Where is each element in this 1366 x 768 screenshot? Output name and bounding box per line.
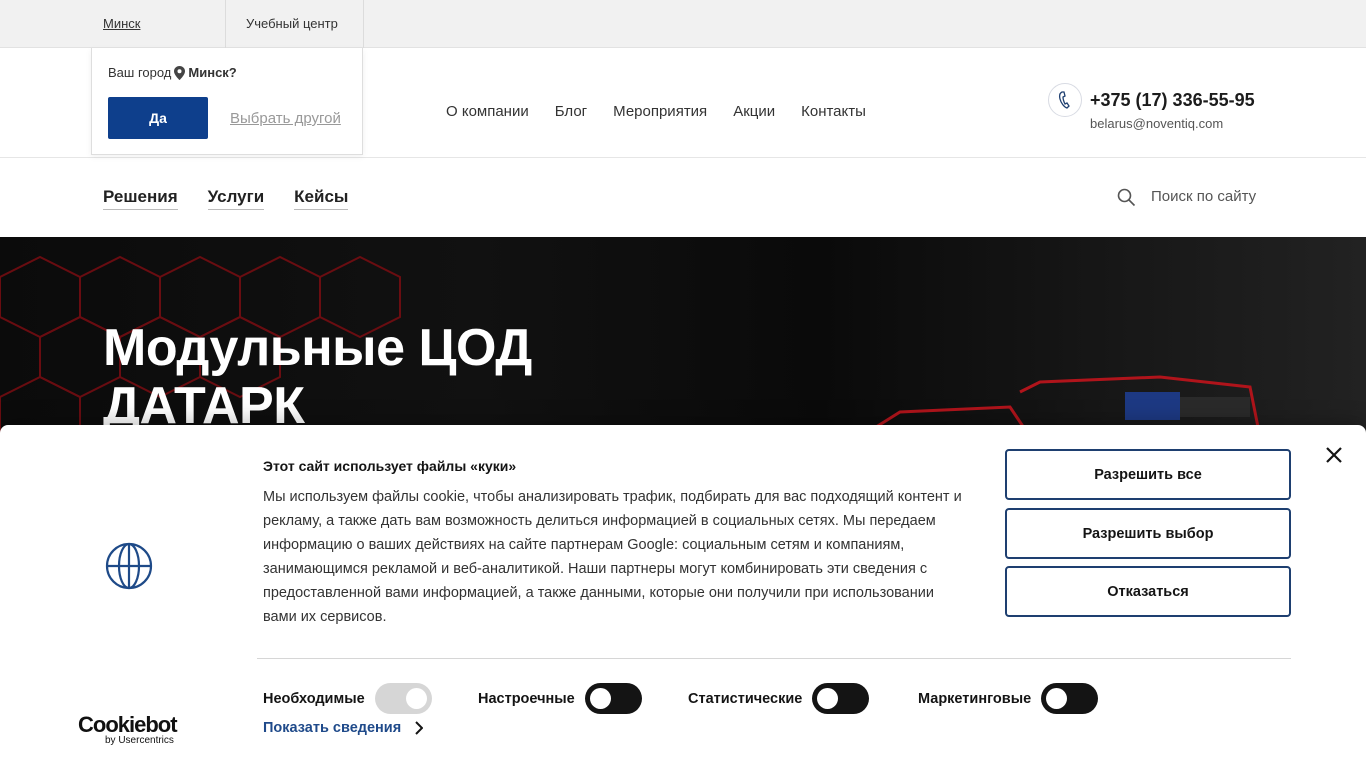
toggle-label: Настроечные [478, 690, 575, 707]
nav-contacts[interactable]: Контакты [801, 103, 866, 120]
cookie-consent-dialog: Cookiebot by Usercentrics Этот сайт испо… [0, 425, 1366, 768]
nav-promotions[interactable]: Акции [733, 103, 775, 120]
search-icon[interactable] [1117, 188, 1136, 207]
choose-other-city-link[interactable]: Выбрать другой [230, 110, 341, 127]
hero-banner: Модульные ЦОД ДАТАРК [0, 237, 1366, 437]
cookiebot-logo-subtext: by Usercentrics [105, 735, 174, 746]
location-pin-icon [174, 65, 186, 80]
cookie-description: Мы используем файлы cookie, чтобы анализ… [263, 489, 962, 625]
allow-selection-button[interactable]: Разрешить выбор [1005, 508, 1291, 559]
toggle-label: Маркетинговые [918, 690, 1032, 707]
city-question-label: Ваш город [108, 65, 172, 80]
cookie-title: Этот сайт использует файлы «куки» [263, 458, 517, 474]
city-question-city: Минск? [188, 65, 237, 80]
chevron-right-icon [415, 721, 424, 735]
divider [257, 658, 1291, 659]
toggle-label: Статистические [688, 690, 803, 707]
nav-services[interactable]: Услуги [207, 187, 265, 210]
nav-cases[interactable]: Кейсы [294, 187, 349, 210]
toggle-necessary: Необходимые [263, 683, 432, 714]
confirm-city-button[interactable]: Да [108, 97, 208, 139]
phone-number[interactable]: +375 (17) 336-55-95 [1090, 90, 1255, 111]
necessary-switch[interactable] [374, 683, 432, 714]
city-confirm-popup: Ваш город Минск? Да Выбрать другой [91, 48, 363, 155]
allow-all-button[interactable]: Разрешить все [1005, 449, 1291, 500]
secondary-nav: Решения Услуги Кейсы Поиск по сайту [0, 158, 1366, 237]
toggle-statistics: Статистические [688, 683, 870, 714]
toggle-marketing: Маркетинговые [918, 683, 1099, 714]
divider [363, 0, 364, 48]
globe-icon [105, 542, 153, 590]
close-icon[interactable] [1324, 445, 1344, 465]
hero-title: Модульные ЦОД ДАТАРК [103, 319, 532, 435]
education-center-link[interactable]: Учебный центр [246, 16, 338, 31]
nav-solutions[interactable]: Решения [103, 187, 178, 210]
top-bar: Минск Учебный центр [0, 0, 1366, 48]
toggle-label: Необходимые [263, 690, 365, 707]
phone-icon[interactable] [1048, 83, 1082, 117]
divider [225, 0, 226, 48]
statistics-switch[interactable] [812, 683, 870, 714]
marketing-switch[interactable] [1041, 683, 1099, 714]
nav-about[interactable]: О компании [446, 103, 529, 120]
show-details-link[interactable]: Показать сведения [263, 720, 424, 736]
cookiebot-logo: Cookiebot by Usercentrics [78, 712, 178, 746]
nav-blog[interactable]: Блог [555, 103, 587, 120]
nav-events[interactable]: Мероприятия [613, 103, 707, 120]
toggle-preferences: Настроечные [478, 683, 642, 714]
decline-button[interactable]: Отказаться [1005, 566, 1291, 617]
show-details-label: Показать сведения [263, 720, 402, 736]
secondary-nav-items: Решения Услуги Кейсы [103, 187, 349, 210]
preferences-switch[interactable] [584, 683, 642, 714]
search-input[interactable]: Поиск по сайту [1151, 188, 1256, 205]
city-question: Ваш город Минск? [108, 65, 237, 80]
email-link[interactable]: belarus@noventiq.com [1090, 116, 1223, 131]
city-link[interactable]: Минск [103, 16, 140, 31]
hero-title-line1: Модульные ЦОД [103, 319, 532, 377]
main-nav: О компании Блог Мероприятия Акции Контак… [446, 103, 866, 120]
